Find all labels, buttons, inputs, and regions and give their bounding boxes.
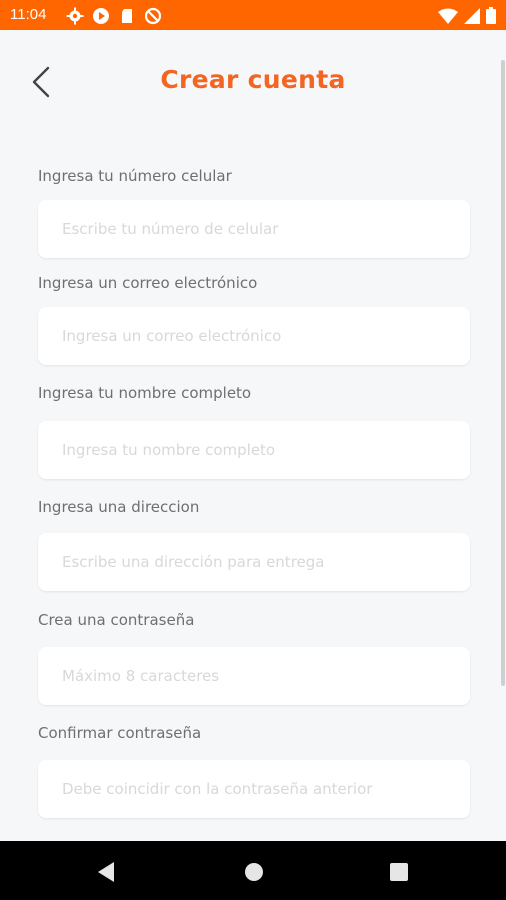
address-field-group: Ingresa una direccion	[38, 498, 470, 591]
nav-home-button[interactable]	[241, 859, 267, 885]
name-input[interactable]	[38, 421, 470, 479]
address-label: Ingresa una direccion	[38, 498, 200, 516]
status-bar: 11:04	[0, 0, 506, 30]
status-time: 11:04	[10, 6, 47, 23]
system-nav-bar	[0, 841, 506, 900]
recents-square-icon	[390, 863, 408, 881]
scrollbar[interactable]	[501, 60, 505, 686]
email-input[interactable]	[38, 307, 470, 365]
nav-recents-button[interactable]	[386, 859, 412, 885]
nav-back-button[interactable]	[94, 859, 120, 885]
password-field-group: Crea una contraseña	[38, 611, 470, 705]
do-not-disturb-icon	[144, 7, 162, 25]
email-label: Ingresa un correo electrónico	[38, 274, 258, 292]
password-label: Crea una contraseña	[38, 611, 195, 629]
page-title: Crear cuenta	[160, 65, 346, 94]
sd-card-icon	[118, 7, 136, 25]
confirm-password-label: Confirmar contraseña	[38, 724, 202, 742]
settings-icon	[66, 7, 84, 25]
email-field-group: Ingresa un correo electrónico	[38, 274, 470, 365]
phone-label: Ingresa tu número celular	[38, 167, 232, 185]
play-icon	[92, 7, 110, 25]
address-input[interactable]	[38, 533, 470, 591]
phone-field-group: Ingresa tu número celular	[38, 167, 470, 258]
name-field-group: Ingresa tu nombre completo	[38, 384, 470, 479]
cell-signal-icon	[464, 7, 480, 28]
app-header: Crear cuenta	[0, 30, 506, 136]
home-circle-icon	[245, 863, 263, 881]
wifi-icon	[438, 8, 458, 28]
name-label: Ingresa tu nombre completo	[38, 384, 252, 402]
status-icons-left	[66, 7, 162, 25]
status-icons-right	[438, 7, 496, 28]
confirm-password-field-group: Confirmar contraseña	[38, 724, 470, 818]
back-triangle-icon	[98, 862, 114, 882]
phone-input[interactable]	[38, 200, 470, 258]
password-input[interactable]	[38, 647, 470, 705]
confirm-password-input[interactable]	[38, 760, 470, 818]
battery-icon	[486, 7, 496, 28]
